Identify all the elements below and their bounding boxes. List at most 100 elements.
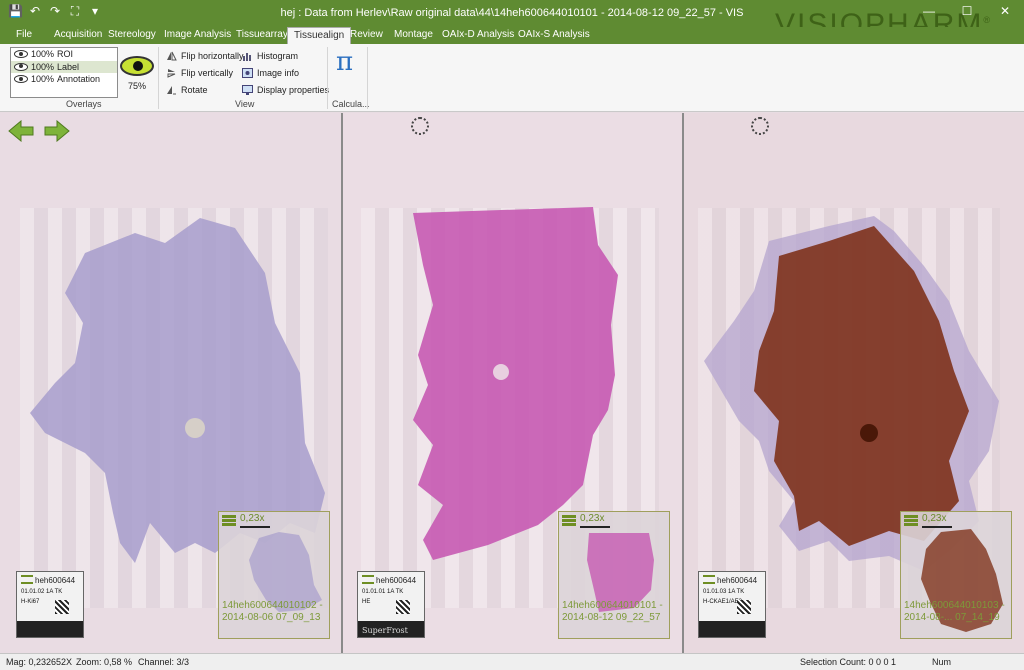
overlay-percent: 100% bbox=[31, 49, 55, 60]
tab-acquisition[interactable]: Acquisition bbox=[48, 27, 108, 44]
label-line-2: 01.01.01 1A TK bbox=[362, 589, 404, 595]
histogram-icon bbox=[243, 53, 251, 61]
histogram-button[interactable]: Histogram bbox=[242, 51, 298, 61]
overlay-label: Label bbox=[57, 61, 80, 72]
tab-oaix-d-analysis[interactable]: OAIx-D Analysis bbox=[436, 27, 520, 44]
channel-status: Channel: 3/3 bbox=[138, 657, 190, 667]
label-barcode bbox=[55, 600, 69, 614]
calculator-pi-icon[interactable]: π bbox=[336, 47, 353, 77]
overlay-opacity-value: 75% bbox=[128, 81, 147, 91]
flip-horizontally-label: Flip horizontally bbox=[181, 51, 244, 61]
rotate-label: Rotate bbox=[181, 85, 208, 95]
ribbon-separator bbox=[367, 47, 368, 109]
thumbnail-scale: 0,23x bbox=[922, 513, 947, 524]
overlay-opacity-eye-icon[interactable] bbox=[120, 56, 154, 76]
label-line-2: 01.01.02 1A TK bbox=[21, 589, 63, 595]
overlay-row-label[interactable]: 100% Label bbox=[11, 60, 117, 73]
flip-horizontally-button[interactable]: Flip horizontally bbox=[166, 51, 244, 61]
display-properties-label: Display properties bbox=[257, 85, 330, 95]
slide-label-image: heh600644 01.01.01 1A TK HE SuperFrost bbox=[357, 571, 425, 638]
eye-icon[interactable] bbox=[14, 50, 28, 59]
ribbon-tabs: File Acquisition Stereology Image Analys… bbox=[0, 27, 1024, 44]
tab-oaix-s-analysis[interactable]: OAIx-S Analysis bbox=[512, 27, 596, 44]
maximize-button[interactable]: ☐ bbox=[948, 0, 986, 22]
thumbnail-image-name: 14heh600644010103 - 2014-08-... 07_14_19 bbox=[904, 600, 1005, 623]
status-bar: Mag: 0,232652X Zoom: 0,58 % Channel: 3/3… bbox=[0, 653, 1024, 670]
label-menu-icon[interactable] bbox=[362, 575, 374, 584]
label-brand: SuperFrost bbox=[362, 626, 408, 635]
ribbon-separator bbox=[327, 47, 328, 109]
label-black-strip bbox=[699, 621, 765, 637]
label-id: heh600644 bbox=[376, 576, 417, 585]
overlay-label: Annotation bbox=[57, 74, 101, 85]
label-menu-icon[interactable] bbox=[703, 575, 715, 584]
display-properties-button[interactable]: Display properties bbox=[242, 85, 329, 95]
image-panel-right[interactable]: 0,23x 14heh600644010103 - 2014-08-... 07… bbox=[684, 113, 1024, 653]
window-controls: — ☐ ✕ bbox=[910, 0, 1024, 22]
back-arrow-icon[interactable] bbox=[8, 120, 34, 142]
thumbnail-scale: 0,23x bbox=[580, 513, 605, 524]
label-line-2: 01.01.03 1A TK bbox=[703, 589, 745, 595]
scale-bar bbox=[580, 526, 610, 528]
label-barcode bbox=[737, 600, 751, 614]
selection-count-status: Selection Count: 0 0 0 1 bbox=[800, 657, 897, 667]
eye-icon[interactable] bbox=[14, 75, 28, 84]
flip-vertically-label: Flip vertically bbox=[181, 68, 234, 78]
tab-file[interactable]: File bbox=[10, 27, 38, 44]
display-properties-icon bbox=[242, 85, 253, 95]
label-line-3: HE bbox=[362, 599, 371, 605]
tab-image-analysis[interactable]: Image Analysis bbox=[158, 27, 237, 44]
thumbnail-image-name: 14heh600644010101 - 2014-08-12 09_22_57 bbox=[562, 600, 663, 623]
flip-vertical-icon bbox=[167, 69, 176, 78]
overlays-group-label: Overlays bbox=[66, 99, 102, 109]
minimize-button[interactable]: — bbox=[910, 0, 948, 22]
overview-thumbnail[interactable]: 0,23x 14heh600644010101 - 2014-08-12 09_… bbox=[558, 511, 670, 639]
num-lock-status: Num bbox=[932, 657, 952, 667]
rotate-icon bbox=[167, 86, 176, 95]
thumbnail-menu-icon[interactable] bbox=[222, 515, 236, 526]
overlay-percent: 100% bbox=[31, 74, 55, 85]
overlays-list: 100% ROI 100% Label 100% Annotation bbox=[10, 47, 118, 98]
image-info-button[interactable]: Image info bbox=[242, 68, 299, 78]
overview-thumbnail[interactable]: 0,23x 14heh600644010102 - 2014-08-06 07_… bbox=[218, 511, 330, 639]
eye-icon[interactable] bbox=[14, 62, 28, 71]
ribbon-separator bbox=[158, 47, 159, 109]
overlay-label: ROI bbox=[57, 49, 74, 60]
histogram-label: Histogram bbox=[257, 51, 299, 61]
overlay-percent: 100% bbox=[31, 61, 55, 72]
rotate-button[interactable]: Rotate bbox=[166, 85, 208, 95]
title-bar: 💾 ↶ ↷ ⛶ ▾ hej : Data from Herlev\Raw ori… bbox=[0, 0, 1024, 41]
label-barcode bbox=[396, 600, 410, 614]
slide-label-image: heh600644 01.01.03 1A TK H-CKAE1/AE3 bbox=[698, 571, 766, 638]
thumbnail-menu-icon[interactable] bbox=[562, 515, 576, 526]
magnification-status: Mag: 0,232652X bbox=[6, 657, 73, 667]
overlay-row-roi[interactable]: 100% ROI bbox=[11, 48, 117, 61]
flip-horizontal-icon bbox=[167, 51, 177, 61]
thumbnail-image-name: 14heh600644010102 - 2014-08-06 07_09_13 bbox=[222, 600, 323, 623]
tab-stereology[interactable]: Stereology bbox=[102, 27, 162, 44]
overview-thumbnail[interactable]: 0,23x 14heh600644010103 - 2014-08-... 07… bbox=[900, 511, 1012, 639]
tab-review[interactable]: Review bbox=[344, 27, 389, 44]
label-black-strip bbox=[17, 621, 83, 637]
tab-tissuearray[interactable]: Tissuearray bbox=[230, 27, 294, 44]
label-id: heh600644 bbox=[35, 576, 76, 585]
image-info-label: Image info bbox=[257, 68, 300, 78]
flip-vertically-button[interactable]: Flip vertically bbox=[166, 68, 233, 78]
ribbon: 100% ROI 100% Label 100% Annotation 75% … bbox=[0, 44, 1024, 112]
close-button[interactable]: ✕ bbox=[986, 0, 1024, 22]
tab-tissuealign[interactable]: Tissuealign bbox=[287, 27, 352, 44]
image-panel-center[interactable]: 0,23x 14heh600644010101 - 2014-08-12 09_… bbox=[343, 113, 683, 653]
forward-arrow-icon[interactable] bbox=[44, 120, 70, 142]
crosshair-icon[interactable] bbox=[751, 117, 769, 135]
tab-montage[interactable]: Montage bbox=[388, 27, 439, 44]
overlay-row-annotation[interactable]: 100% Annotation bbox=[11, 73, 117, 86]
image-info-icon bbox=[242, 68, 253, 78]
label-menu-icon[interactable] bbox=[21, 575, 33, 584]
zoom-status: Zoom: 0,58 % bbox=[76, 657, 133, 667]
label-id: heh600644 bbox=[717, 576, 758, 585]
slide-label-image: heh600644 01.01.02 1A TK H-Ki67 bbox=[16, 571, 84, 638]
crosshair-icon[interactable] bbox=[411, 117, 429, 135]
calculation-group-label: Calcula... bbox=[332, 99, 370, 109]
image-panel-left[interactable]: 0,23x 14heh600644010102 - 2014-08-06 07_… bbox=[0, 113, 342, 653]
thumbnail-scale: 0,23x bbox=[240, 513, 265, 524]
